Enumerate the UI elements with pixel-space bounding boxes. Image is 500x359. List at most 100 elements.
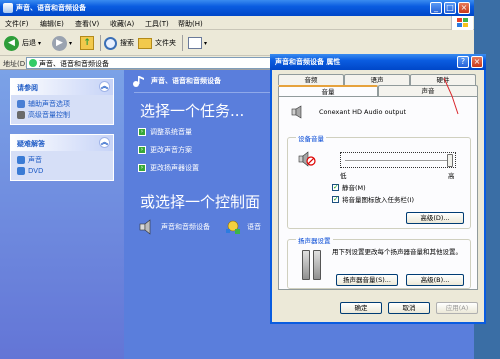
up-button[interactable]: ↑	[80, 34, 94, 52]
menu-favorites[interactable]: 收藏(A)	[110, 19, 134, 29]
tab-audio[interactable]: 音频	[278, 74, 344, 85]
see-also-title: 请参阅	[17, 84, 38, 92]
close-button[interactable]: ×	[458, 2, 470, 14]
speech-icon	[226, 220, 240, 234]
see-also-header[interactable]: 请参阅 ︽	[11, 79, 113, 95]
task-arrow-icon: ›	[138, 128, 146, 136]
speaker-icon	[139, 219, 151, 235]
search-icon	[104, 36, 117, 50]
dialog-buttons: 确定 取消 应用(A)	[272, 300, 484, 316]
folder-up-icon: ↑	[80, 36, 94, 50]
device-volume-group: 设备音量 低 高 ✓ 静音(M) ✓ 将音量图标放入任务栏(I) 高级(D)..	[287, 133, 471, 229]
link-label: 辅助声音选项	[28, 99, 70, 108]
menu-file[interactable]: 文件(F)	[5, 19, 29, 29]
windows-logo-icon	[451, 16, 473, 30]
views-icon	[188, 37, 202, 49]
address-value: 声音、语音和音频设备	[39, 60, 109, 68]
task-label: 调整系统音量	[150, 128, 192, 136]
ok-button[interactable]: 确定	[340, 302, 382, 314]
address-label: 地址(D)	[3, 60, 28, 68]
speaker-advanced-button[interactable]: 高级(B)...	[406, 274, 464, 286]
dialog-close-button[interactable]: ×	[471, 56, 483, 68]
volume-low-label: 低	[340, 172, 347, 180]
chevron-down-icon: ▾	[69, 39, 73, 47]
collapse-chevron-icon[interactable]: ︽	[99, 81, 110, 92]
task-arrow-icon: ›	[138, 146, 146, 154]
apply-button[interactable]: 应用(A)	[436, 302, 478, 314]
speaker-icon	[17, 110, 25, 119]
forward-button[interactable]: ▶ ▾	[52, 34, 72, 52]
folders-label: 文件夹	[155, 39, 176, 47]
speaker-volume-button[interactable]: 扬声器音量(S)...	[336, 274, 398, 286]
link-advanced-volume[interactable]: 高级音量控制	[11, 109, 113, 120]
task-pane: 请参阅 ︽ 辅助声音选项 高级音量控制 疑难解答 ︽ 声音 DVD	[0, 70, 124, 359]
toolbar-separator	[182, 35, 183, 51]
slider-thumb[interactable]	[447, 154, 453, 167]
sound-note-icon	[133, 76, 144, 87]
device-name: Conexant HD Audio output	[319, 108, 407, 116]
link-accessibility-sound[interactable]: 辅助声音选项	[11, 98, 113, 109]
help-button[interactable]: ?	[457, 56, 469, 68]
muted-speaker-icon	[298, 151, 316, 167]
back-label: 后退	[22, 39, 36, 47]
menu-view[interactable]: 查看(V)	[75, 19, 99, 29]
minimize-button[interactable]: _	[430, 2, 442, 14]
menu-help[interactable]: 帮助(H)	[178, 19, 203, 29]
collapse-chevron-icon[interactable]: ︽	[99, 137, 110, 148]
volume-slider[interactable]	[340, 152, 456, 168]
window-title: 声音、语音和音频设备	[16, 4, 86, 12]
mute-check-box[interactable]: ✓	[332, 183, 339, 191]
help-icon	[17, 166, 25, 175]
task-change-scheme[interactable]: › 更改声音方案	[138, 145, 192, 155]
mute-label: 静音(M)	[342, 184, 366, 192]
task-speaker-settings[interactable]: › 更改扬声器设置	[138, 163, 199, 173]
menu-tools[interactable]: 工具(T)	[145, 19, 169, 29]
sound-properties-dialog: 声音和音频设备 属性 ? × 音频 语声 硬件 音量 声音 Conexant H…	[270, 54, 486, 324]
control-panel-icon	[3, 3, 13, 13]
see-also-box: 请参阅 ︽ 辅助声音选项 高级音量控制	[10, 78, 114, 125]
forward-arrow-icon: ▶	[52, 35, 67, 51]
tab-row-back: 音频 语声 硬件	[278, 74, 478, 85]
task-adjust-volume[interactable]: › 调整系统音量	[138, 127, 192, 137]
link-troubleshoot-dvd[interactable]: DVD	[11, 165, 113, 176]
search-button[interactable]: 搜索	[104, 34, 134, 52]
link-label: 高级音量控制	[28, 110, 70, 119]
tab-voice[interactable]: 语声	[344, 74, 410, 85]
speaker-settings-group: 扬声器设置 用下列设置更改每个扬声器音量和其他设置。 扬声器音量(S)... 高…	[287, 235, 471, 289]
tab-hardware[interactable]: 硬件	[410, 74, 476, 85]
explorer-title-bar: 声音、语音和音频设备 _ □ ×	[0, 0, 474, 16]
folders-button[interactable]: 文件夹	[138, 34, 176, 52]
mute-checkbox[interactable]: ✓ 静音(M)	[332, 182, 366, 192]
cancel-button[interactable]: 取消	[388, 302, 430, 314]
cpl-sounds-audio[interactable]: 声音和音频设备	[138, 218, 210, 236]
category-title: 声音、语音和音频设备	[151, 77, 221, 85]
pick-task-heading: 选择一个任务...	[140, 102, 245, 120]
volume-advanced-button[interactable]: 高级(D)...	[406, 212, 464, 224]
task-label: 更改声音方案	[150, 146, 192, 154]
menu-edit[interactable]: 编辑(E)	[40, 19, 64, 29]
tray-icon-checkbox[interactable]: ✓ 将音量图标放入任务栏(I)	[332, 194, 414, 204]
device-row: Conexant HD Audio output	[291, 105, 406, 119]
back-button[interactable]: ◀ 后退 ▾	[4, 34, 41, 52]
tray-check-box[interactable]: ✓	[332, 195, 339, 203]
sound-category-icon	[29, 59, 37, 67]
troubleshoot-header[interactable]: 疑难解答 ︽	[11, 135, 113, 151]
speakers-icon	[302, 250, 322, 280]
maximize-button[interactable]: □	[444, 2, 456, 14]
link-troubleshoot-sound[interactable]: 声音	[11, 154, 113, 165]
slider-track	[345, 160, 451, 162]
chevron-down-icon: ▾	[204, 39, 208, 47]
pick-panel-heading: 或选择一个控制面	[140, 193, 261, 211]
cpl-speech[interactable]: 语音	[224, 218, 261, 236]
search-label: 搜索	[120, 39, 134, 47]
group-title: 设备音量	[296, 133, 326, 143]
tab-sounds[interactable]: 声音	[378, 85, 478, 96]
cpl-label: 声音和音频设备	[161, 223, 210, 231]
folder-icon	[138, 37, 152, 49]
views-button[interactable]: ▾	[188, 34, 207, 52]
link-label: 声音	[28, 155, 42, 164]
category-header: 声音、语音和音频设备	[132, 74, 221, 88]
accessibility-icon	[17, 99, 25, 108]
dialog-title-bar: 声音和音频设备 属性 ? ×	[270, 54, 486, 70]
group-title: 扬声器设置	[296, 235, 333, 245]
